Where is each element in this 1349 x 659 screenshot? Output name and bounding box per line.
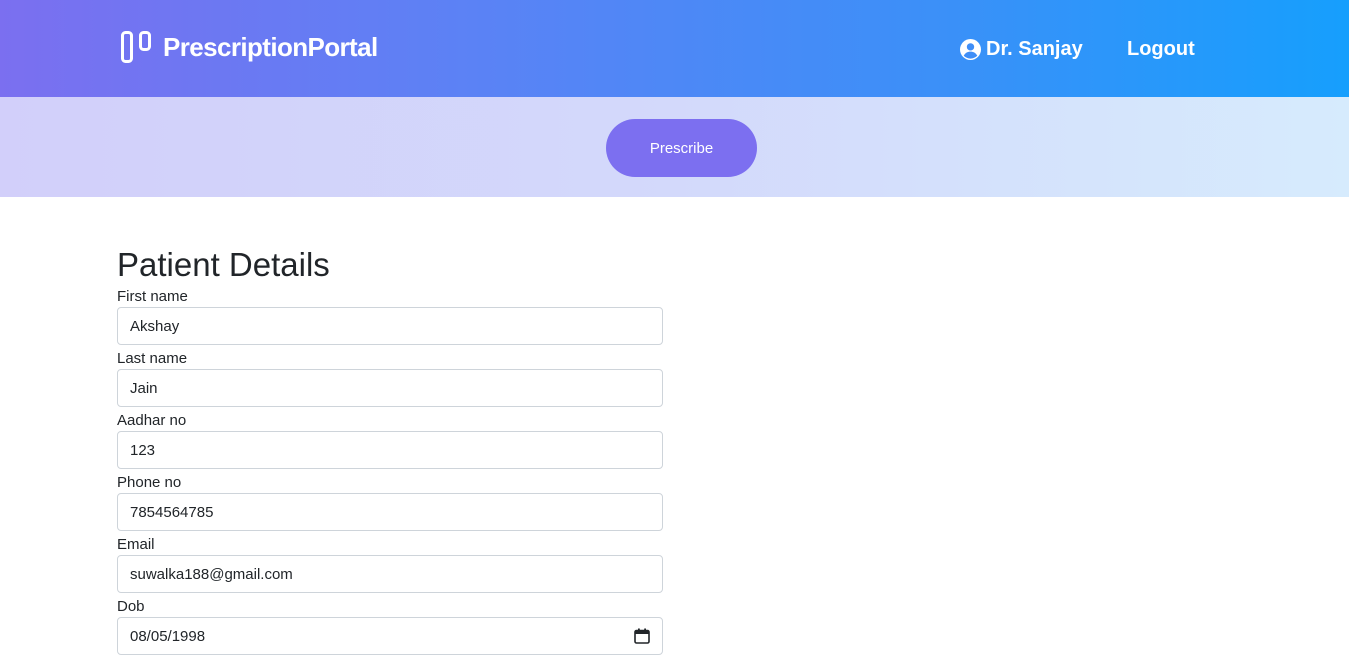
logout-link[interactable]: Logout [1127,36,1195,62]
navbar: PrescriptionPortal Dr. Sanjay Logout [0,0,1349,97]
email-input[interactable]: suwalka188@gmail.com [117,555,663,593]
phone-value: 7854564785 [130,503,214,521]
email-group: Email suwalka188@gmail.com [117,535,663,593]
first-name-label: First name [117,288,188,305]
patient-details-form: Patient Details First name Akshay Last n… [117,245,663,659]
first-name-value: Akshay [130,317,180,335]
phone-group: Phone no 7854564785 [117,473,663,531]
phone-label: Phone no [117,474,182,491]
dob-value: 08/05/1998 [130,627,206,645]
dob-input[interactable]: 08/05/1998 [117,617,663,655]
aadhar-group: Aadhar no 123 [117,411,663,469]
last-name-label: Last name [117,350,188,367]
first-name-input[interactable]: Akshay [117,307,663,345]
email-value: suwalka188@gmail.com [130,565,293,583]
dob-label: Dob [117,598,145,615]
user-name: Dr. Sanjay [986,37,1083,60]
action-band: Prescribe [0,97,1349,197]
phone-input[interactable]: 7854564785 [117,493,663,531]
aadhar-value: 123 [130,441,156,459]
last-name-value: Jain [130,379,158,397]
aadhar-input[interactable]: 123 [117,431,663,469]
prescribe-button[interactable]: Prescribe [606,119,757,177]
last-name-group: Last name Jain [117,349,663,407]
first-name-group: First name Akshay [117,287,663,345]
dob-group: Dob 08/05/1998 [117,597,663,655]
calendar-icon[interactable] [634,628,650,644]
columns-logo-icon [121,31,151,63]
user-circle-icon [960,38,981,60]
brand-link[interactable]: PrescriptionPortal [121,30,378,64]
brand-name: PrescriptionPortal [163,31,378,62]
user-menu[interactable]: Dr. Sanjay [960,36,1083,62]
page-title: Patient Details [117,246,330,283]
last-name-input[interactable]: Jain [117,369,663,407]
email-label: Email [117,536,155,553]
aadhar-label: Aadhar no [117,412,187,429]
